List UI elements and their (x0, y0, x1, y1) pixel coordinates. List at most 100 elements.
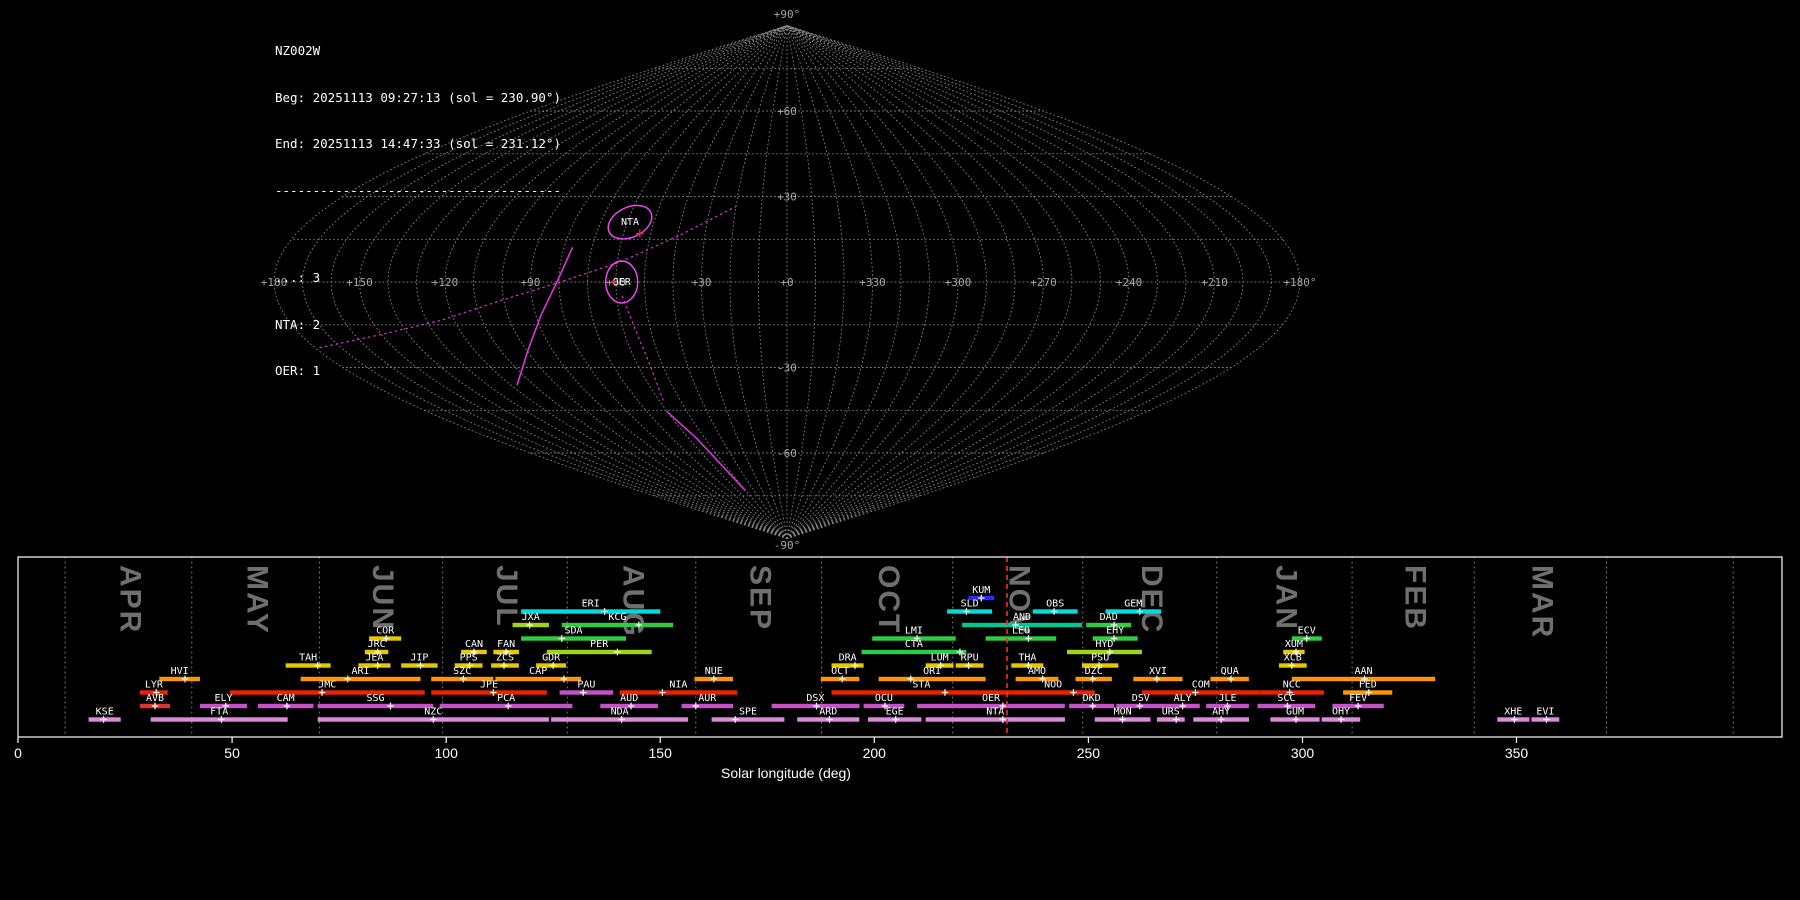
shower-bar-tah (285, 663, 331, 668)
radiant-marker-dot (611, 280, 615, 284)
shower-code-qua: QUA (1221, 666, 1239, 677)
shower-code-aan: AAN (1354, 666, 1372, 677)
lon-label: +210 (1201, 276, 1228, 289)
count-line-oer: OER: 1 (275, 363, 321, 378)
shower-code-xum: XUM (1285, 639, 1303, 650)
count-line-dots: ...: 3 (275, 270, 321, 285)
shower-code-evi: EVI (1536, 707, 1554, 718)
shower-bar-ori (878, 676, 986, 682)
shower-code-ohy: OHY (1332, 707, 1350, 718)
event-id: NZ002W (275, 43, 321, 58)
shower-code-lmi: LMI (905, 626, 923, 637)
shower-code-nzc: NZC (424, 707, 442, 718)
peak-marker-eri (601, 608, 608, 615)
shower-code-dad: DAD (1100, 612, 1118, 623)
shower-code-dzc: DZC (1085, 666, 1103, 677)
shower-code-can: CAN (465, 639, 483, 650)
peak-marker-ari (344, 675, 351, 683)
shower-bar-com (1141, 690, 1260, 695)
shower-bar-cap (495, 676, 581, 682)
shower-code-cta: CTA (905, 639, 923, 650)
shower-code-aud: AUD (620, 693, 638, 704)
lat-label: +60 (777, 105, 797, 118)
shower-bar-jpe (431, 690, 547, 695)
shower-code-ehy: EHY (1106, 626, 1124, 637)
shower-bar-ssg (317, 703, 434, 709)
lon-label: +300 (945, 276, 972, 289)
shower-code-pca: PCA (497, 693, 515, 704)
shower-code-eri: ERI (582, 599, 600, 610)
shower-code-xhe: XHE (1504, 707, 1522, 718)
shower-bars: KUM ERI SLD OBS GEM JXA KCG AND DAD COR SDA LMI LEO E… (88, 585, 1560, 723)
month-label: FEB (1398, 565, 1431, 631)
shower-code-spe: SPE (739, 707, 757, 718)
shower-code-jrc: JRC (368, 639, 386, 650)
shower-code-jea: JEA (365, 653, 383, 664)
shower-code-ari: ARI (351, 666, 369, 677)
pole-label: +90° (774, 8, 801, 21)
shower-code-fed: FED (1359, 680, 1377, 691)
month-label: SEP (744, 565, 777, 631)
shower-code-jpe: JPE (480, 680, 498, 691)
lat-label: +30 (777, 191, 797, 204)
shower-bar-hvi (159, 676, 200, 682)
shower-code-ahy: AHY (1212, 707, 1230, 718)
x-axis: 0 50 100 150 200 250 300 350 (14, 737, 1528, 761)
shower-code-jip: JIP (410, 653, 428, 664)
pole-label: -90° (774, 539, 801, 552)
shower-code-cor: COR (376, 626, 395, 637)
shower-code-lyr: LYR (145, 680, 164, 691)
radiant-plot-canvas: +180 +150 +120 +90 +60 +30 +0 +330 +300 +270 +240 +… (0, 0, 1800, 900)
radiant-marker-cross (635, 229, 644, 238)
month-labels: APR MAY JUN JUL AUG SEP OCT NOV DEC JAN FEB MAR (114, 565, 1559, 639)
month-label: JUL (490, 565, 523, 628)
x-tick-label: 200 (863, 745, 887, 761)
x-tick-label: 150 (649, 745, 673, 761)
x-tick-label: 250 (1077, 745, 1101, 761)
shower-code-ege: EGE (886, 707, 904, 718)
shower-code-scc: SCC (1277, 693, 1295, 704)
shower-code-ard: ARD (819, 707, 837, 718)
peak-marker-noo (1070, 689, 1077, 696)
shower-code-fev: FEV (1349, 693, 1367, 704)
shower-code-ncc: NCC (1283, 680, 1301, 691)
month-label: JUN (366, 565, 399, 631)
x-tick-label: 350 (1505, 745, 1529, 761)
radiant-label-nta: NTA (621, 217, 639, 228)
shower-code-ecv: ECV (1298, 626, 1316, 637)
shower-code-sta: STA (912, 680, 930, 691)
peak-marker-cap (560, 675, 568, 683)
beg-line: Beg: 20251113 09:27:13 (sol = 230.90°) (275, 89, 561, 105)
shower-bar-jmc (229, 690, 425, 695)
shower-code-ssg: SSG (366, 693, 384, 704)
shower-code-jxa: JXA (522, 612, 540, 623)
x-tick-label: 300 (1291, 745, 1315, 761)
shower-code-mon: MON (1114, 707, 1132, 718)
shower-code-xcb: XCB (1284, 653, 1302, 664)
shower-code-com: COM (1192, 680, 1210, 691)
shower-code-sld: SLD (961, 599, 979, 610)
shower-code-dkd: DKD (1083, 693, 1101, 704)
end-line: End: 20251113 14:47:33 (sol = 231.12°) (275, 136, 561, 151)
shower-code-cap: CAP (529, 666, 547, 677)
shower-bar-spe (711, 717, 785, 722)
shower-code-kcg: KCG (608, 612, 626, 623)
sky-map: +180 +150 +120 +90 +60 +30 +0 +330 +300 +270 +240 +… (261, 8, 1317, 552)
shower-code-amo: AMO (1028, 666, 1046, 677)
month-label: JAN (1270, 565, 1303, 631)
shower-code-xvi: XVI (1149, 666, 1167, 677)
lon-label: +0 (780, 276, 793, 289)
meteor-trail (621, 295, 664, 401)
shower-code-per: PER (590, 639, 609, 650)
shower-bar-sda (521, 636, 626, 641)
shower-bar-leo (985, 636, 1057, 641)
info-block: NZ002W Beg: 20251113 09:27:13 (sol = 230… (275, 12, 561, 410)
shower-code-obs: OBS (1046, 599, 1064, 610)
x-tick-label: 100 (435, 745, 459, 761)
shower-code-dsx: DSX (806, 693, 824, 704)
lon-label: +240 (1116, 276, 1143, 289)
shower-code-oer: OER (982, 693, 1001, 704)
lon-label: +270 (1030, 276, 1057, 289)
shower-code-fan: FAN (497, 639, 515, 650)
